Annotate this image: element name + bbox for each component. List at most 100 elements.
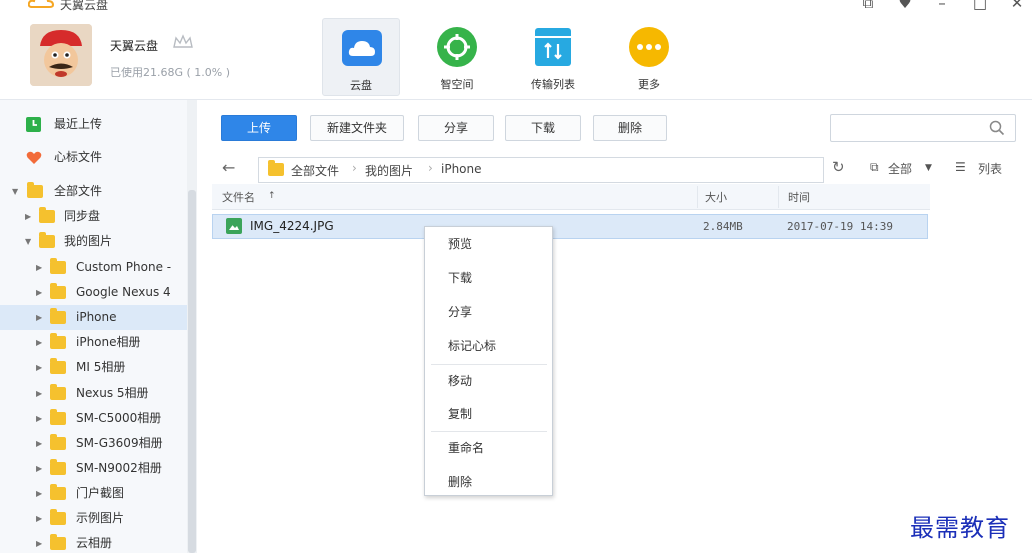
- chevron-right-icon[interactable]: ▶: [36, 381, 42, 406]
- sidebar-item-all-files[interactable]: ▼ 全部文件: [0, 179, 190, 204]
- sidebar-folder-selected[interactable]: ▶ iPhone: [0, 305, 190, 330]
- nav-smart-space[interactable]: 智空间: [418, 18, 496, 96]
- sidebar-scrollbar-thumb[interactable]: [188, 190, 196, 553]
- chevron-down-icon[interactable]: ▼: [25, 229, 31, 254]
- nav-more[interactable]: 更多: [610, 18, 688, 96]
- list-view-icon[interactable]: ☰: [955, 160, 966, 174]
- sidebar-folder[interactable]: ▶ Google Nexus 4: [0, 280, 190, 305]
- column-time[interactable]: 时间: [788, 189, 810, 205]
- sidebar-item-label: 全部文件: [54, 184, 103, 198]
- upload-button[interactable]: 上传: [221, 115, 297, 141]
- sidebar-item-label: iPhone相册: [76, 335, 141, 349]
- app-title: 天翼云盘: [60, 0, 109, 12]
- chevron-right-icon[interactable]: ▶: [36, 280, 42, 305]
- sidebar-folder[interactable]: ▶ 示例图片: [0, 506, 190, 531]
- sidebar-item-label: 心标文件: [54, 150, 103, 164]
- back-arrow-icon[interactable]: ←: [222, 158, 235, 177]
- filter-icon[interactable]: ⧉: [870, 160, 879, 175]
- file-list-header: [212, 184, 930, 210]
- column-divider[interactable]: [697, 186, 698, 208]
- breadcrumb-separator: ›: [352, 161, 357, 175]
- column-divider[interactable]: [778, 186, 779, 208]
- search-input[interactable]: [830, 114, 1016, 142]
- chevron-right-icon[interactable]: ▶: [36, 531, 42, 556]
- sidebar-item-recent[interactable]: 最近上传: [0, 112, 190, 137]
- menu-item-delete[interactable]: 删除: [425, 465, 552, 499]
- share-button[interactable]: 分享: [418, 115, 494, 141]
- column-name[interactable]: 文件名: [222, 189, 255, 205]
- sidebar-folder[interactable]: ▶ 门户截图: [0, 481, 190, 506]
- sidebar-item-my-photos[interactable]: ▼ 我的图片: [0, 229, 190, 254]
- sidebar-folder[interactable]: ▶ SM-C5000相册: [0, 406, 190, 431]
- folder-icon: [50, 358, 66, 374]
- folder-icon: [27, 182, 43, 198]
- breadcrumb: [258, 157, 824, 183]
- delete-button[interactable]: 删除: [593, 115, 667, 141]
- download-button[interactable]: 下载: [505, 115, 581, 141]
- breadcrumb-level1[interactable]: 我的图片: [365, 162, 413, 179]
- avatar[interactable]: [30, 24, 92, 86]
- chevron-right-icon[interactable]: ▶: [36, 481, 42, 506]
- chevron-down-icon[interactable]: ▼: [12, 179, 18, 204]
- sidebar-item-label: MI 5相册: [76, 360, 126, 374]
- folder-icon: [268, 160, 284, 176]
- nav-cloud[interactable]: 云盘: [322, 18, 400, 96]
- breadcrumb-root[interactable]: 全部文件: [291, 162, 339, 179]
- breadcrumb-level2[interactable]: iPhone: [441, 162, 482, 176]
- menu-item-mark-favorite[interactable]: 标记心标: [425, 329, 552, 363]
- sidebar-folder[interactable]: ▶ 云相册: [0, 531, 190, 556]
- chevron-right-icon[interactable]: ▶: [36, 305, 42, 330]
- chevron-right-icon[interactable]: ▶: [36, 456, 42, 481]
- maximize-button[interactable]: □: [970, 0, 990, 12]
- avatar-image-icon: [30, 24, 92, 86]
- sidebar-folder[interactable]: ▶ SM-G3609相册: [0, 431, 190, 456]
- new-folder-button[interactable]: 新建文件夹: [310, 115, 404, 141]
- context-menu: 预览 下载 分享 标记心标 移动 复制 重命名 删除: [424, 226, 553, 496]
- folder-icon: [39, 232, 55, 248]
- sidebar-item-favorites[interactable]: 心标文件: [0, 145, 190, 170]
- heart-icon: [26, 151, 42, 164]
- file-name[interactable]: IMG_4224.JPG: [250, 219, 334, 233]
- cloud-logo-icon: [28, 0, 54, 8]
- menu-item-rename[interactable]: 重命名: [425, 431, 552, 465]
- close-button[interactable]: ✕: [1007, 0, 1027, 12]
- list-view-button[interactable]: 列表: [978, 160, 1002, 177]
- sidebar-folder[interactable]: ▶ Nexus 5相册: [0, 381, 190, 406]
- chevron-right-icon[interactable]: ▶: [25, 204, 31, 229]
- chevron-right-icon[interactable]: ▶: [36, 330, 42, 355]
- more-icon: [629, 27, 669, 67]
- chevron-right-icon[interactable]: ▶: [36, 506, 42, 531]
- folder-icon: [50, 484, 66, 500]
- sidebar-folder[interactable]: ▶ iPhone相册: [0, 330, 190, 355]
- sort-arrow-icon[interactable]: ↑: [268, 191, 276, 201]
- chevron-down-icon[interactable]: ▼: [925, 163, 932, 173]
- sidebar-item-label: SM-C5000相册: [76, 411, 162, 425]
- nav-transfer-list[interactable]: 传输列表: [514, 18, 592, 96]
- filter-dropdown[interactable]: 全部: [888, 160, 912, 177]
- sidebar-folder[interactable]: ▶ Custom Phone -: [0, 255, 190, 280]
- skin-icon[interactable]: ⧉: [858, 0, 878, 12]
- menu-icon[interactable]: ♥: [895, 0, 915, 12]
- nav-label: 传输列表: [531, 78, 575, 91]
- folder-icon: [50, 534, 66, 550]
- menu-item-download[interactable]: 下载: [425, 261, 552, 295]
- sidebar-item-sync[interactable]: ▶ 同步盘: [0, 204, 190, 229]
- username: 天翼云盘: [110, 39, 159, 53]
- storage-usage: 已使用21.68G ( 1.0% ): [110, 66, 231, 79]
- refresh-icon[interactable]: ↻: [832, 158, 845, 176]
- menu-item-preview[interactable]: 预览: [425, 227, 552, 261]
- search-icon[interactable]: [989, 120, 1005, 136]
- menu-item-copy[interactable]: 复制: [425, 397, 552, 431]
- chevron-right-icon[interactable]: ▶: [36, 355, 42, 380]
- sidebar-folder[interactable]: ▶ SM-N9002相册: [0, 456, 190, 481]
- menu-item-move[interactable]: 移动: [425, 364, 552, 398]
- minimize-button[interactable]: –: [932, 0, 952, 12]
- menu-item-share[interactable]: 分享: [425, 295, 552, 329]
- column-size[interactable]: 大小: [705, 189, 727, 205]
- chevron-right-icon[interactable]: ▶: [36, 431, 42, 456]
- sidebar-folder[interactable]: ▶ MI 5相册: [0, 355, 190, 380]
- chevron-right-icon[interactable]: ▶: [36, 406, 42, 431]
- sidebar-item-label: 最近上传: [54, 117, 103, 131]
- chevron-right-icon[interactable]: ▶: [36, 255, 42, 280]
- sidebar-item-label: 我的图片: [64, 234, 113, 248]
